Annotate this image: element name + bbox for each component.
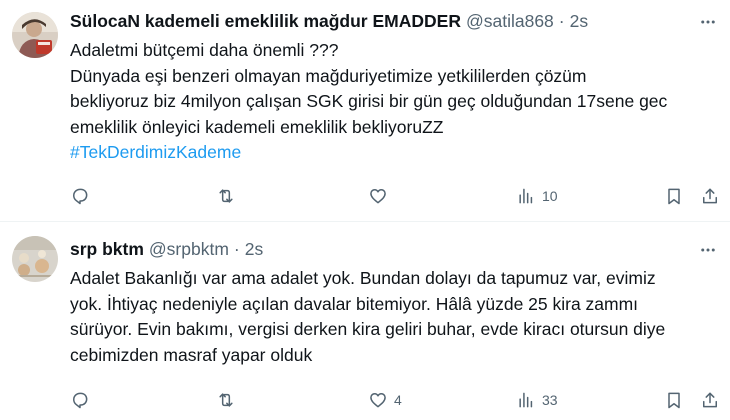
like-button[interactable]: 4	[368, 388, 402, 412]
tweet-header: SülocaN kademeli emeklilik mağdur EMADDE…	[70, 10, 718, 32]
heart-icon	[370, 189, 386, 204]
retweet-icon	[219, 393, 233, 407]
action-bar: 10	[70, 184, 718, 208]
more-icon[interactable]	[698, 240, 718, 260]
author-handle[interactable]: @srpbktm	[149, 239, 229, 260]
likes-count: 4	[394, 392, 402, 408]
tweet-text-line: emeklilik önleyici kademeli emeklilik be…	[70, 116, 444, 137]
tweet-text: Adaletmi bütçemi daha önemli ??? Dünyada…	[70, 38, 716, 166]
tweet-text-line: yok. İhtiyaç nedeniyle açılan davalar bi…	[70, 293, 639, 314]
retweet-icon	[219, 189, 233, 203]
hashtag-link[interactable]: #TekDerdimizKademe	[70, 142, 241, 162]
views-button[interactable]: 33	[516, 388, 558, 412]
avatar[interactable]	[12, 236, 58, 282]
share-button[interactable]	[700, 184, 720, 208]
views-count: 10	[542, 188, 558, 204]
tweet[interactable]: SülocaN kademeli emeklilik mağdur EMADDE…	[0, 0, 730, 222]
views-icon	[519, 392, 533, 408]
reply-button[interactable]	[70, 184, 90, 208]
tweet-text: Adalet Bakanlığı var ama adalet yok. Bun…	[70, 266, 716, 368]
views-count: 33	[542, 392, 558, 408]
bookmark-icon	[668, 188, 680, 205]
author-name[interactable]: SülocaN kademeli emeklilik mağdur EMADDE…	[70, 11, 461, 32]
bookmark-icon	[668, 392, 680, 409]
reply-icon	[73, 188, 88, 205]
like-button[interactable]	[368, 184, 388, 208]
tweet-text-line: Adalet Bakanlığı var ama adalet yok. Bun…	[70, 268, 656, 288]
reply-button[interactable]	[70, 388, 90, 412]
tweet[interactable]: srp bktm @srpbktm · 2s Adalet Bakanlığı …	[0, 222, 730, 420]
tweet-text-line: sürüyor. Evin bakımı, vergisi derken kir…	[70, 319, 666, 339]
author-handle[interactable]: @satila868	[466, 11, 554, 32]
views-button[interactable]: 10	[516, 184, 558, 208]
share-icon	[703, 392, 717, 408]
views-icon	[519, 188, 533, 204]
more-icon[interactable]	[698, 12, 718, 32]
timestamp[interactable]: 2s	[570, 11, 588, 32]
reply-icon	[73, 392, 88, 409]
avatar[interactable]	[12, 12, 58, 58]
bookmark-button[interactable]	[664, 388, 684, 412]
heart-icon	[370, 393, 386, 408]
tweet-text-line: Dünyada eşi benzeri olmayan mağduriyetim…	[70, 65, 587, 86]
separator-dot: ·	[233, 238, 240, 259]
retweet-button[interactable]	[216, 184, 236, 208]
bookmark-button[interactable]	[664, 184, 684, 208]
tweet-text-line: cebimizden masraf yapar olduk	[70, 344, 313, 365]
separator-dot: ·	[558, 10, 565, 31]
share-icon	[703, 188, 717, 204]
timestamp[interactable]: 2s	[245, 239, 263, 260]
action-bar: 4 33	[70, 388, 718, 412]
tweet-header: srp bktm @srpbktm · 2s	[70, 238, 718, 260]
tweet-text-line: Adaletmi bütçemi daha önemli ???	[70, 40, 339, 60]
tweet-text-line: bekliyoruz biz 4milyon çalışan SGK giris…	[70, 91, 668, 111]
retweet-button[interactable]	[216, 388, 236, 412]
share-button[interactable]	[700, 388, 720, 412]
author-name[interactable]: srp bktm	[70, 239, 144, 260]
